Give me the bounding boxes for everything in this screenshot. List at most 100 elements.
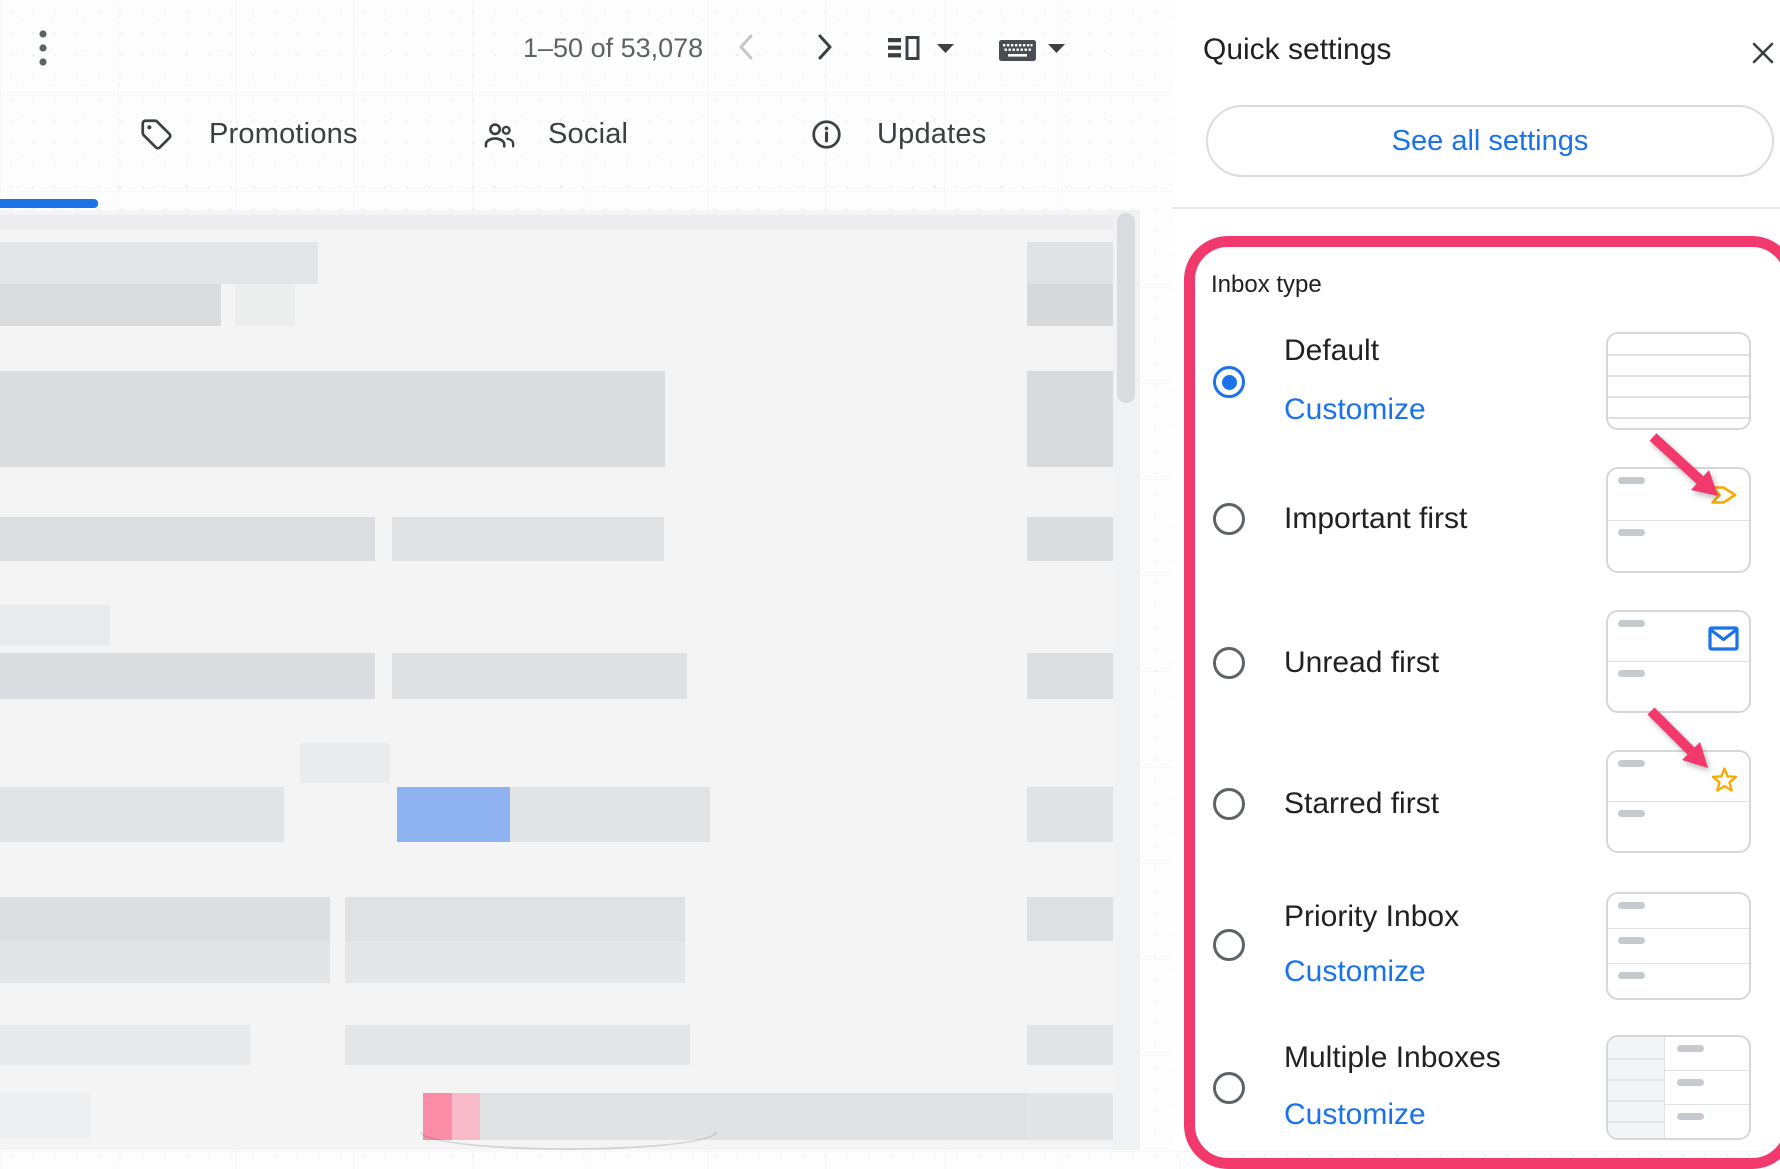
radio-default[interactable]	[1213, 366, 1245, 398]
radio-starred-first[interactable]	[1213, 788, 1245, 820]
option-default-label[interactable]: Default	[1284, 336, 1379, 366]
keyboard-icon[interactable]	[999, 40, 1036, 61]
thumb-line	[1608, 354, 1749, 356]
close-icon[interactable]	[1748, 38, 1778, 68]
thumb-text-pill	[1618, 937, 1645, 944]
blurred-block	[0, 787, 284, 842]
radio-priority-inbox[interactable]	[1213, 929, 1245, 961]
star-icon	[1710, 766, 1739, 799]
importance-marker-icon	[1710, 485, 1738, 510]
blurred-block	[300, 743, 390, 783]
inbox-option-default: Default Customize	[1184, 332, 1774, 430]
multiple-inboxes-thumbnail	[1606, 1035, 1751, 1140]
envelope-icon	[1708, 626, 1739, 656]
blurred-block	[345, 897, 685, 941]
see-all-settings-label: See all settings	[1392, 125, 1589, 158]
tab-promotions[interactable]: Promotions	[140, 118, 358, 151]
radio-unread-first[interactable]	[1213, 647, 1245, 679]
thumb-section	[1608, 661, 1749, 711]
option-unread-first-label[interactable]: Unread first	[1284, 648, 1439, 678]
thumb-text-pill	[1618, 670, 1645, 677]
tab-updates[interactable]: Updates	[810, 118, 986, 151]
chevron-left-icon[interactable]	[733, 33, 759, 61]
blurred-block	[0, 371, 665, 467]
option-default-customize-link[interactable]: Customize	[1284, 395, 1426, 425]
panel-title: Quick settings	[1203, 33, 1391, 67]
thumb-text-pill	[1677, 1113, 1704, 1120]
blurred-block	[1027, 653, 1113, 699]
blurred-block	[1027, 1093, 1113, 1140]
blurred-block	[0, 242, 318, 284]
gmail-window: 1–50 of 53,078	[0, 0, 1780, 1150]
thumb-line	[1608, 1121, 1664, 1123]
thumb-section	[1608, 612, 1749, 661]
starred-first-thumbnail	[1606, 750, 1751, 853]
blurred-block	[0, 1025, 250, 1065]
tag-icon	[140, 118, 173, 151]
blurred-block	[1027, 517, 1113, 561]
inbox-option-important-first: Important first	[1184, 467, 1774, 573]
option-multiple-inboxes-label[interactable]: Multiple Inboxes	[1284, 1043, 1501, 1073]
blurred-block	[0, 215, 1113, 229]
inbox-option-multiple-inboxes: Multiple Inboxes Customize	[1184, 1035, 1774, 1140]
blurred-block	[1027, 897, 1113, 941]
priority-inbox-thumbnail	[1606, 892, 1751, 1000]
thumb-text-pill	[1618, 477, 1645, 484]
keyboard-dropdown-icon[interactable]	[1047, 43, 1065, 53]
thumb-section	[1608, 520, 1749, 572]
thumb-left-column	[1608, 1037, 1665, 1138]
option-important-first-label[interactable]: Important first	[1284, 504, 1467, 534]
blurred-block	[392, 653, 687, 699]
list-scrollbar-thumb[interactable]	[1117, 213, 1135, 403]
thumb-section	[1608, 469, 1749, 520]
thumb-section	[1608, 963, 1749, 998]
tab-social-label: Social	[548, 118, 628, 151]
option-priority-inbox-customize-link[interactable]: Customize	[1284, 957, 1426, 987]
option-multiple-inboxes-customize-link[interactable]: Customize	[1284, 1100, 1426, 1130]
thumb-section	[1665, 1104, 1749, 1138]
thumb-text-pill	[1677, 1079, 1704, 1086]
tab-social[interactable]: Social	[482, 118, 628, 151]
split-pane-dropdown-icon[interactable]	[936, 43, 954, 53]
thumb-right-column	[1665, 1037, 1749, 1138]
thumb-section	[1608, 894, 1749, 928]
active-tab-indicator	[0, 199, 98, 208]
radio-multiple-inboxes[interactable]	[1213, 1072, 1245, 1104]
blurred-block	[0, 941, 330, 983]
inbox-type-section-label: Inbox type	[1211, 271, 1322, 299]
blurred-block	[345, 1025, 690, 1065]
radio-important-first[interactable]	[1213, 503, 1245, 535]
blurred-block	[0, 897, 330, 941]
thumb-section	[1608, 752, 1749, 801]
thumb-line	[1608, 375, 1749, 377]
blurred-block	[235, 284, 295, 326]
thumb-line	[1608, 1079, 1664, 1081]
thumb-text-pill	[1618, 902, 1645, 909]
thumb-text-pill	[1618, 972, 1645, 979]
see-all-settings-button[interactable]: See all settings	[1206, 105, 1774, 177]
blurred-block	[0, 284, 221, 326]
unread-first-thumbnail	[1606, 610, 1751, 713]
blurred-email-rows	[0, 210, 1140, 1150]
blurred-block	[1027, 787, 1113, 842]
email-list[interactable]	[0, 210, 1140, 1150]
default-inbox-thumbnail	[1606, 332, 1751, 430]
thumb-section	[1665, 1037, 1749, 1070]
important-first-thumbnail	[1606, 467, 1751, 573]
inbox-option-starred-first: Starred first	[1184, 750, 1774, 853]
thumb-text-pill	[1677, 1045, 1704, 1052]
thumb-section	[1608, 928, 1749, 963]
info-icon	[810, 118, 843, 151]
thumb-line	[1608, 417, 1749, 419]
inbox-option-priority-inbox: Priority Inbox Customize	[1184, 892, 1774, 1000]
more-vertical-icon[interactable]	[30, 28, 56, 68]
thumb-section	[1608, 801, 1749, 851]
split-pane-icon[interactable]	[888, 36, 920, 60]
option-priority-inbox-label[interactable]: Priority Inbox	[1284, 902, 1459, 932]
tab-promotions-label: Promotions	[209, 118, 358, 151]
chevron-right-icon[interactable]	[812, 33, 838, 61]
blurred-block	[397, 787, 510, 842]
option-starred-first-label[interactable]: Starred first	[1284, 789, 1439, 819]
blurred-block	[1027, 1025, 1113, 1065]
thumb-text-pill	[1618, 810, 1645, 817]
